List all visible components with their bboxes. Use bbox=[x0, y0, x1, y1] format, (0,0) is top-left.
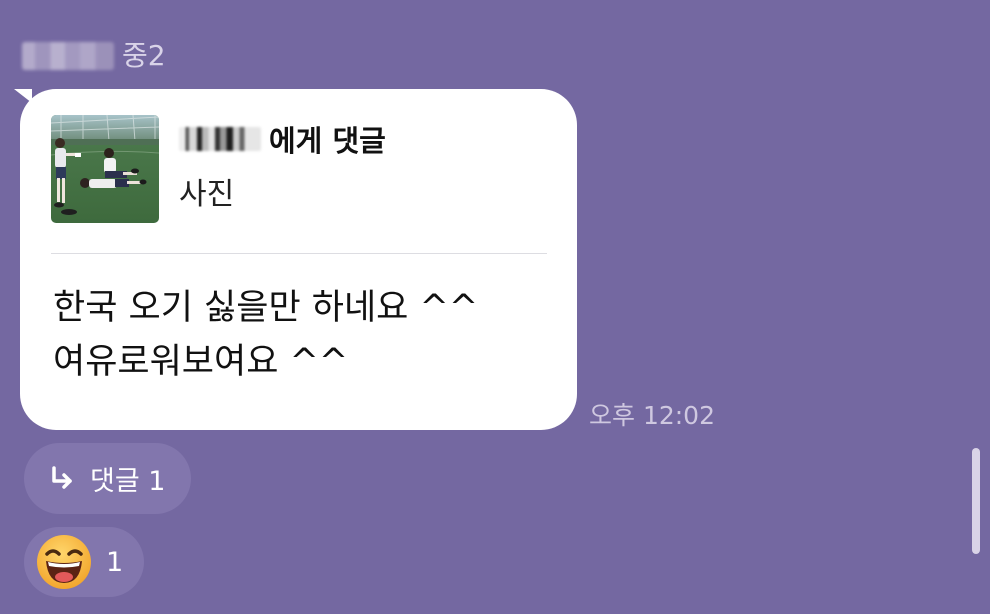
grinning-face-icon bbox=[37, 535, 91, 589]
message-bubble[interactable]: 에게 댓글 사진 한국 오기 싫을만 하네요 ^^ 여유로워보여요 ^^ bbox=[20, 89, 577, 430]
message-line: 한국 오기 싫을만 하네요 ^^ bbox=[53, 288, 479, 328]
message-text: 한국 오기 싫을만 하네요 ^^ 여유로워보여요 ^^ bbox=[53, 281, 563, 389]
divider bbox=[51, 253, 547, 254]
message-timestamp: 오후 12:02 bbox=[589, 401, 715, 430]
photo-thumbnail[interactable] bbox=[51, 115, 159, 223]
reaction-button[interactable]: 1 bbox=[24, 527, 144, 597]
blurred-sender-name bbox=[22, 42, 114, 70]
sender-row: 중2 bbox=[22, 38, 166, 74]
scrollbar[interactable] bbox=[972, 448, 980, 554]
reply-preview[interactable]: 에게 댓글 사진 bbox=[51, 115, 386, 223]
reply-type: 사진 bbox=[179, 177, 235, 212]
sender-name-suffix: 중2 bbox=[122, 39, 166, 72]
reaction-count: 1 bbox=[106, 546, 124, 578]
message-line: 여유로워보여요 ^^ bbox=[53, 342, 349, 382]
reply-text: 에게 댓글 사진 bbox=[179, 115, 386, 223]
blurred-recipient-name bbox=[179, 127, 261, 151]
comment-count-label: 댓글 1 bbox=[90, 466, 166, 497]
reply-arrow-icon bbox=[52, 465, 72, 489]
reply-target: 에게 댓글 bbox=[179, 119, 386, 159]
comment-button[interactable]: 댓글 1 bbox=[24, 443, 191, 514]
reply-title: 에게 댓글 bbox=[269, 124, 386, 158]
